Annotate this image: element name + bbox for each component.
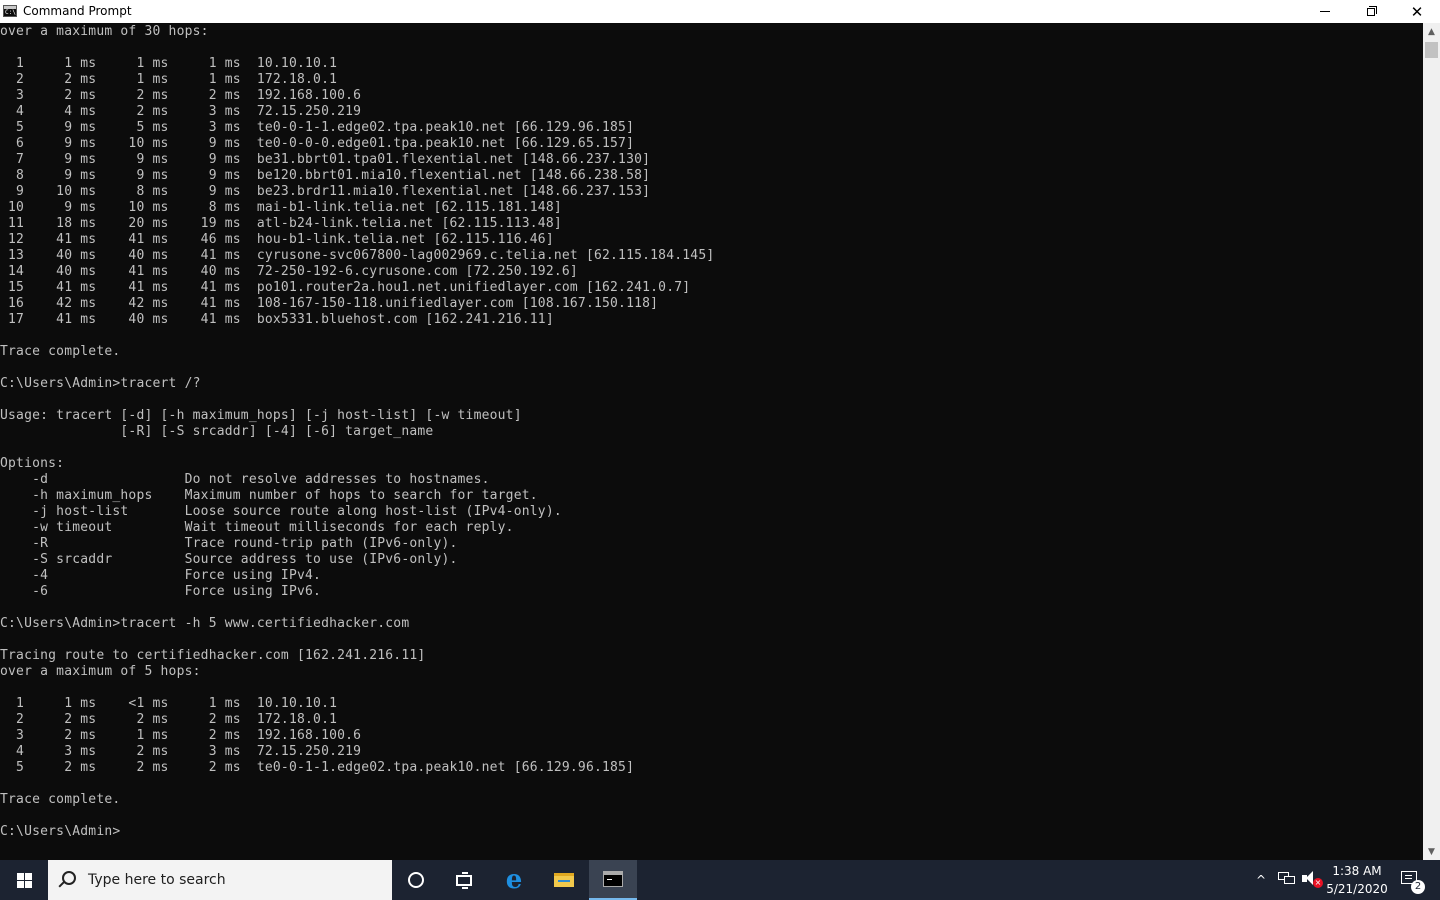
title-bar[interactable]: C:\ Command Prompt ✕ <box>0 0 1440 23</box>
action-center-button[interactable]: 2 <box>1394 860 1440 900</box>
edge-browser-button[interactable]: e <box>490 860 538 900</box>
task-view-icon <box>456 871 472 889</box>
search-placeholder: Type here to search <box>88 872 226 888</box>
restore-button[interactable] <box>1348 0 1394 23</box>
terminal-icon <box>603 871 623 887</box>
scrollbar-thumb[interactable] <box>1425 42 1438 58</box>
console-area[interactable]: over a maximum of 30 hops: 1 1 ms 1 ms 1… <box>0 23 1423 860</box>
command-prompt-taskbar-button[interactable] <box>589 860 637 900</box>
notification-count-badge: 2 <box>1411 880 1425 894</box>
console-output[interactable]: over a maximum of 30 hops: 1 1 ms 1 ms 1… <box>0 24 714 840</box>
taskbar: Type here to search e ^ × 1:38 AM 5/21/2… <box>0 860 1440 900</box>
cortana-button[interactable] <box>392 860 440 900</box>
scroll-up-arrow-icon[interactable]: ▲ <box>1423 23 1440 40</box>
restore-icon <box>1367 5 1377 16</box>
windows-logo-icon <box>16 872 32 888</box>
volume-muted-icon[interactable]: × <box>1302 871 1324 889</box>
folder-icon <box>554 873 574 887</box>
close-button[interactable]: ✕ <box>1394 0 1440 23</box>
app-icon-glyph: C:\ <box>5 9 16 16</box>
show-hidden-icons-button[interactable]: ^ <box>1253 872 1269 888</box>
minimize-button[interactable] <box>1302 0 1348 23</box>
minimize-icon <box>1320 11 1330 12</box>
command-prompt-app-icon[interactable]: C:\ <box>3 5 17 17</box>
search-icon <box>62 871 76 885</box>
scroll-down-arrow-icon[interactable]: ▼ <box>1423 843 1440 860</box>
start-button[interactable] <box>0 860 48 900</box>
network-icon[interactable] <box>1278 872 1296 886</box>
edge-icon: e <box>505 865 523 895</box>
task-view-button[interactable] <box>440 860 488 900</box>
window-title: Command Prompt <box>23 4 132 18</box>
cortana-circle-icon <box>408 872 424 888</box>
clock-date: 5/21/2020 <box>1326 882 1388 896</box>
taskbar-search-box[interactable]: Type here to search <box>48 860 392 900</box>
system-clock[interactable]: 1:38 AM 5/21/2020 <box>1326 862 1388 898</box>
muted-badge: × <box>1313 878 1323 888</box>
file-explorer-button[interactable] <box>540 860 588 900</box>
clock-time: 1:38 AM <box>1332 864 1382 878</box>
console-scrollbar[interactable]: ▲ ▼ <box>1423 23 1440 860</box>
